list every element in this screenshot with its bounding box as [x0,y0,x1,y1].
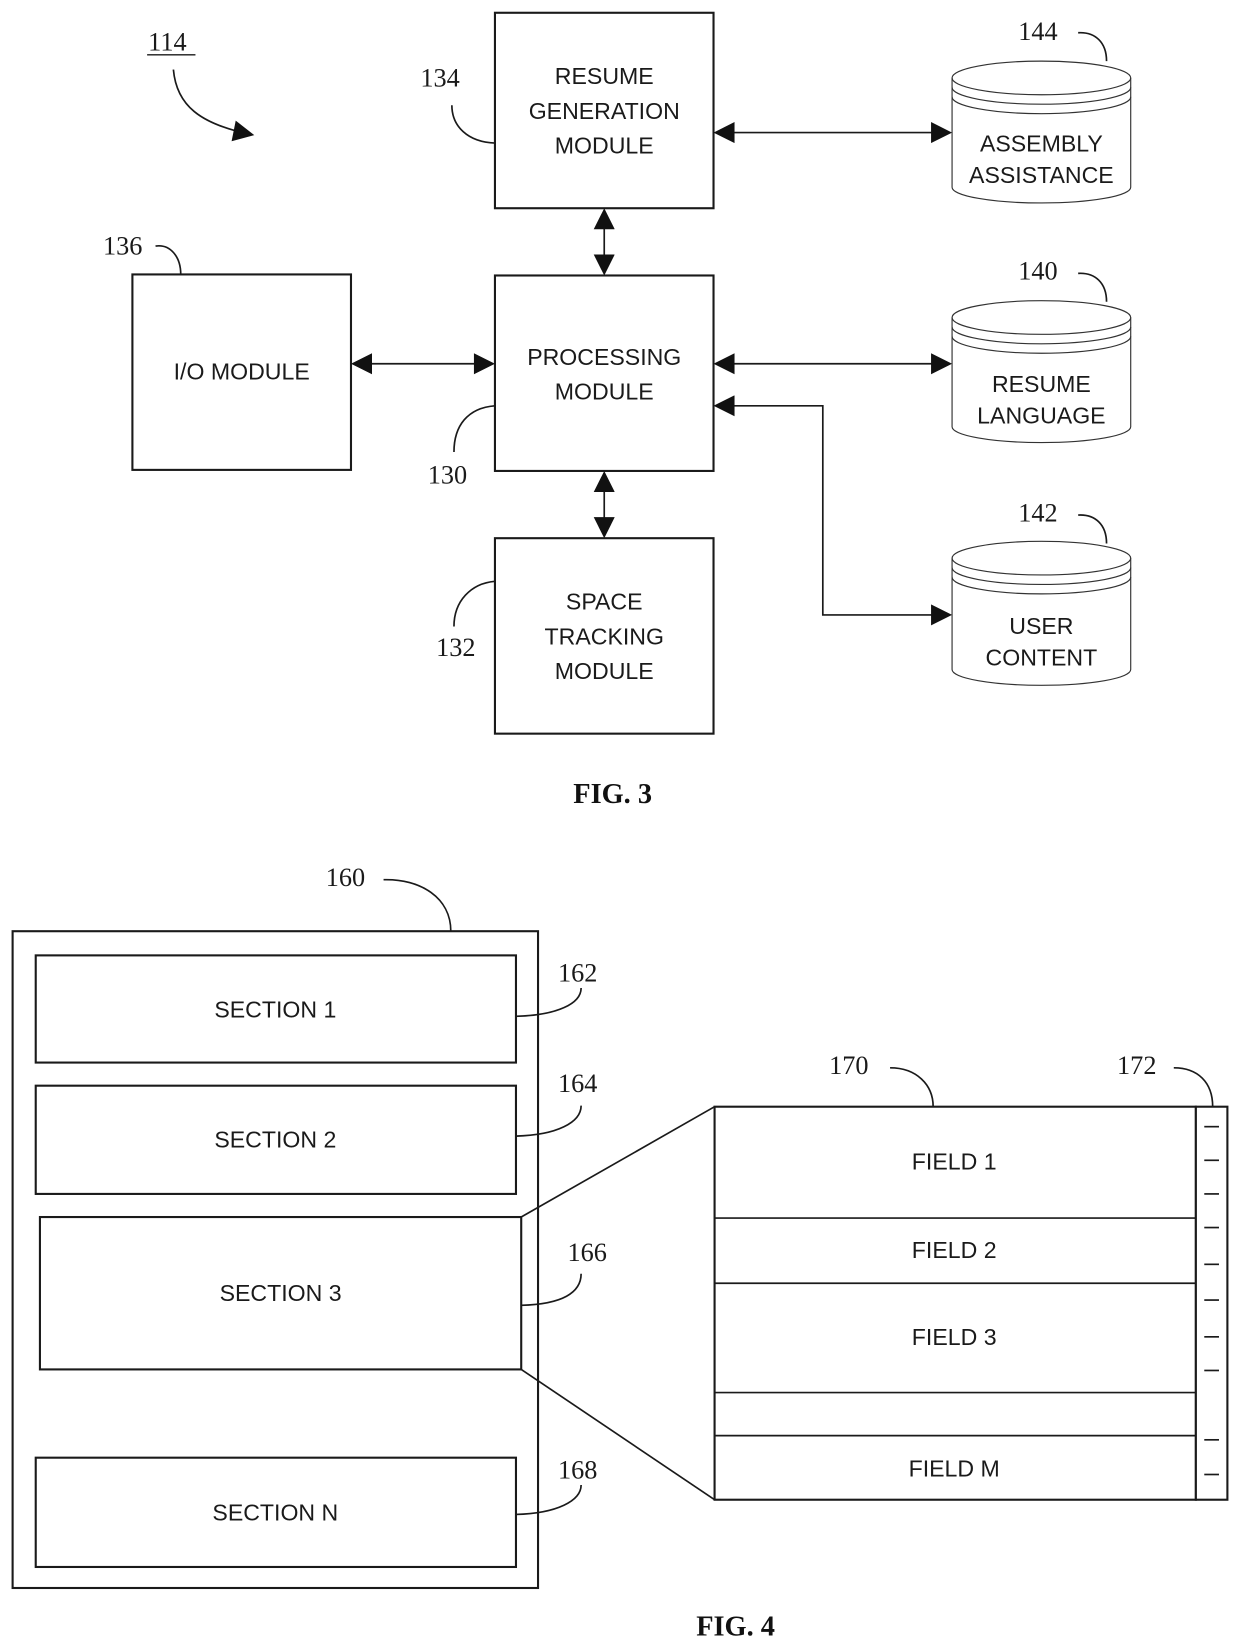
leader-134 [451,105,495,144]
ref-160: 160 [326,863,365,892]
space-tracking-label-1: SPACE [566,589,643,615]
patent-drawing-sheet: 114 RESUME GENERATION MODULE 134 I/O MOD… [11,11,1229,1642]
resume-generation-module[interactable]: RESUME GENERATION MODULE 134 [420,11,715,210]
cylinder-top [951,60,1132,96]
arrow-processing-user-content-icon [713,395,953,626]
user-content-label-2: CONTENT [986,644,1098,670]
zoom-projection-top [520,1105,715,1218]
leader-170 [890,1066,934,1107]
section-2-label: SECTION 2 [214,1127,336,1153]
ref-170: 170 [829,1051,868,1080]
space-tracking-label-2: TRACKING [545,623,664,649]
ref-136: 136 [103,231,142,260]
ref-130: 130 [428,461,467,490]
system-pointer-arrow-icon [172,69,255,142]
ref-144: 144 [1018,17,1057,46]
field-1-label: FIELD 1 [912,1149,997,1175]
section-1[interactable]: SECTION 1 162 [34,954,598,1064]
leader-142 [1078,514,1108,544]
section-3[interactable]: SECTION 3 166 [38,1215,607,1371]
database-assembly-assistance[interactable]: ASSEMBLY ASSISTANCE 144 [951,17,1132,204]
ref-132: 132 [436,633,475,662]
space-tracking-label-3: MODULE [555,658,654,684]
resume-generation-label-3: MODULE [555,133,654,159]
leader-136 [155,245,182,275]
ref-172: 172 [1117,1051,1156,1080]
ref-162: 162 [558,959,597,988]
field-row[interactable]: FIELD 1 [912,1149,997,1175]
processing-label-2: MODULE [555,378,654,404]
user-content-label-1: USER [1009,613,1073,639]
assembly-assistance-label-1: ASSEMBLY [980,130,1103,156]
cylinder-top [951,540,1132,576]
fig4-caption: FIG. 4 [696,1611,775,1642]
ref-164: 164 [558,1069,597,1098]
assembly-assistance-label-2: ASSISTANCE [969,162,1114,188]
ref-134: 134 [420,63,459,92]
leader-132 [453,580,496,627]
resume-generation-label-1: RESUME [555,63,654,89]
leader-140 [1078,272,1108,302]
field-panel[interactable]: 170 FIELD 1 FIELD 2 FIELD 3 FIELD M [713,1051,1197,1501]
zoom-projection-bottom [520,1368,716,1501]
section-n-label: SECTION N [212,1500,338,1526]
database-resume-language[interactable]: RESUME LANGUAGE 140 [951,257,1132,444]
leader-160 [383,878,452,932]
field-row[interactable]: FIELD M [909,1456,1000,1482]
resume-generation-label-2: GENERATION [529,98,680,124]
processing-module[interactable]: PROCESSING MODULE 130 [428,274,715,490]
io-label: I/O MODULE [174,359,310,385]
leader-144 [1078,31,1108,62]
field-3-label: FIELD 3 [912,1324,997,1350]
database-user-content[interactable]: USER CONTENT 142 [951,498,1132,686]
leader-130 [453,404,496,453]
fig3-diagram: 114 RESUME GENERATION MODULE 134 I/O MOD… [103,11,1132,810]
processing-label-1: PROCESSING [527,344,681,370]
section-n[interactable]: SECTION N 168 [34,1456,598,1569]
leader-172 [1173,1066,1214,1107]
field-m-label: FIELD M [909,1456,1000,1482]
ref-166: 166 [567,1238,606,1267]
ref-140: 140 [1018,257,1057,286]
field-row[interactable]: FIELD 2 [912,1237,997,1263]
fig3-caption: FIG. 3 [573,779,652,810]
space-tracking-module[interactable]: SPACE TRACKING MODULE 132 [436,537,715,735]
field-row[interactable]: FIELD 3 [912,1324,997,1350]
cylinder-top [951,300,1132,335]
system-reference: 114 [147,28,255,142]
field-2-label: FIELD 2 [912,1237,997,1263]
processing-box[interactable] [493,274,715,472]
ruler-box[interactable] [1194,1105,1229,1501]
section-1-label: SECTION 1 [214,996,336,1022]
io-module[interactable]: I/O MODULE 136 [103,231,353,471]
section-3-label: SECTION 3 [220,1280,342,1306]
ref-114: 114 [148,28,186,57]
ref-142: 142 [1018,498,1057,527]
fig4-diagram: 160 SECTION 1 162 SECTION 2 164 SECTION … [11,863,1229,1642]
section-2[interactable]: SECTION 2 164 [34,1069,598,1195]
resume-language-label-1: RESUME [992,371,1091,397]
ref-168: 168 [558,1456,597,1485]
resume-language-label-2: LANGUAGE [977,403,1105,429]
